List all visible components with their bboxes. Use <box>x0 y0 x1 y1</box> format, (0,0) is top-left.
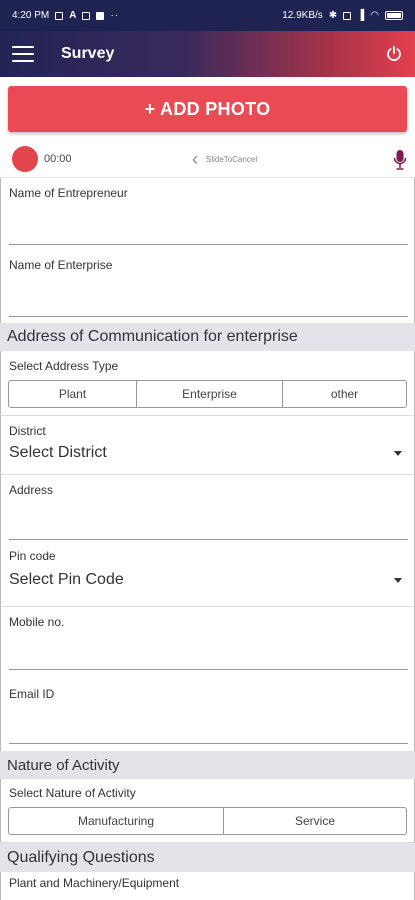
address-type-plant[interactable]: Plant <box>9 381 137 407</box>
district-label: District <box>9 424 46 438</box>
nature-service[interactable]: Service <box>224 808 406 834</box>
email-input-line <box>9 743 408 744</box>
address-type-label: Select Address Type <box>9 359 119 373</box>
app-bar: Survey <box>0 31 415 77</box>
more-notifications: ·· <box>110 10 120 21</box>
entrepreneur-field[interactable]: Name of Entrepreneur <box>0 178 415 250</box>
district-field: District Select District <box>0 415 415 474</box>
a-icon: A <box>69 10 77 21</box>
pincode-select[interactable]: Select Pin Code <box>1 567 414 593</box>
slide-to-cancel: ‹ SlideToCancel <box>192 140 257 178</box>
signal-icon: ▐ <box>357 10 365 21</box>
record-timer: 00:00 <box>44 152 72 165</box>
address-section-title: Address of Communication for enterprise <box>7 328 298 345</box>
dropdown-arrow-icon <box>394 577 402 583</box>
page-title: Survey <box>61 45 115 62</box>
address-input-line <box>9 539 408 540</box>
nature-activity-group: Select Nature of Activity Manufacturing … <box>0 779 415 842</box>
nature-activity-label: Select Nature of Activity <box>9 786 136 800</box>
pincode-field: Pin code Select Pin Code <box>0 547 415 606</box>
bluetooth-icon: ✱ <box>328 10 338 21</box>
plant-machinery-field[interactable]: Plant and Machinery/Equipment <box>0 872 415 900</box>
status-bar: 4:20 PM A ·· 12.9KB/s ✱ ▐ ◠ <box>0 0 415 31</box>
mobile-label: Mobile no. <box>9 615 65 629</box>
network-speed: 12.9KB/s <box>282 10 323 21</box>
nature-section-title: Nature of Activity <box>7 756 120 774</box>
address-label: Address <box>9 483 54 497</box>
power-icon[interactable] <box>385 45 403 63</box>
qualifying-section-header: Qualifying Questions <box>0 842 415 872</box>
address-type-segmented: Plant Enterprise other <box>8 380 407 408</box>
status-time: 4:20 PM <box>12 10 50 21</box>
plant-machinery-label: Plant and Machinery/Equipment <box>9 876 180 890</box>
email-field[interactable]: Email ID <box>0 679 415 751</box>
address-section-header: Address of Communication for enterprise <box>0 323 415 351</box>
voice-recorder: 00:00 ‹ SlideToCancel <box>0 140 415 178</box>
email-label: Email ID <box>9 687 55 701</box>
sim-icon <box>343 11 352 20</box>
district-select-value: Select District <box>9 444 107 461</box>
dropdown-arrow-icon <box>394 450 402 456</box>
microphone-icon[interactable] <box>393 149 407 171</box>
enterprise-input-line <box>9 316 408 317</box>
nature-manufacturing[interactable]: Manufacturing <box>9 808 224 834</box>
enterprise-label: Name of Enterprise <box>9 258 113 272</box>
address-field[interactable]: Address <box>0 474 415 547</box>
mobile-field[interactable]: Mobile no. <box>0 606 415 679</box>
photo-icon <box>55 11 64 20</box>
storage-icon <box>82 11 91 20</box>
chevron-left-icon: ‹ <box>192 149 198 169</box>
pincode-label: Pin code <box>9 549 56 563</box>
add-photo-button[interactable]: + ADD PHOTO <box>8 86 407 132</box>
pincode-select-value: Select Pin Code <box>9 571 124 588</box>
wifi-icon: ◠ <box>370 10 379 21</box>
record-button[interactable] <box>12 145 38 172</box>
address-type-other[interactable]: other <box>283 381 406 407</box>
qualifying-section-title: Qualifying Questions <box>7 848 155 866</box>
address-type-group: Select Address Type Plant Enterprise oth… <box>0 351 415 415</box>
menu-icon[interactable] <box>12 46 34 62</box>
battery-icon <box>385 11 403 20</box>
entrepreneur-input-line <box>9 244 408 245</box>
district-select[interactable]: Select District <box>1 440 414 466</box>
youtube-icon <box>96 11 105 20</box>
address-type-enterprise[interactable]: Enterprise <box>137 381 283 407</box>
mobile-input-line <box>9 669 408 670</box>
enterprise-field[interactable]: Name of Enterprise <box>0 250 415 323</box>
nature-section-header: Nature of Activity <box>0 751 415 779</box>
nature-activity-segmented: Manufacturing Service <box>8 807 407 835</box>
slide-to-cancel-label: SlideToCancel <box>206 154 258 164</box>
entrepreneur-label: Name of Entrepreneur <box>9 186 128 200</box>
